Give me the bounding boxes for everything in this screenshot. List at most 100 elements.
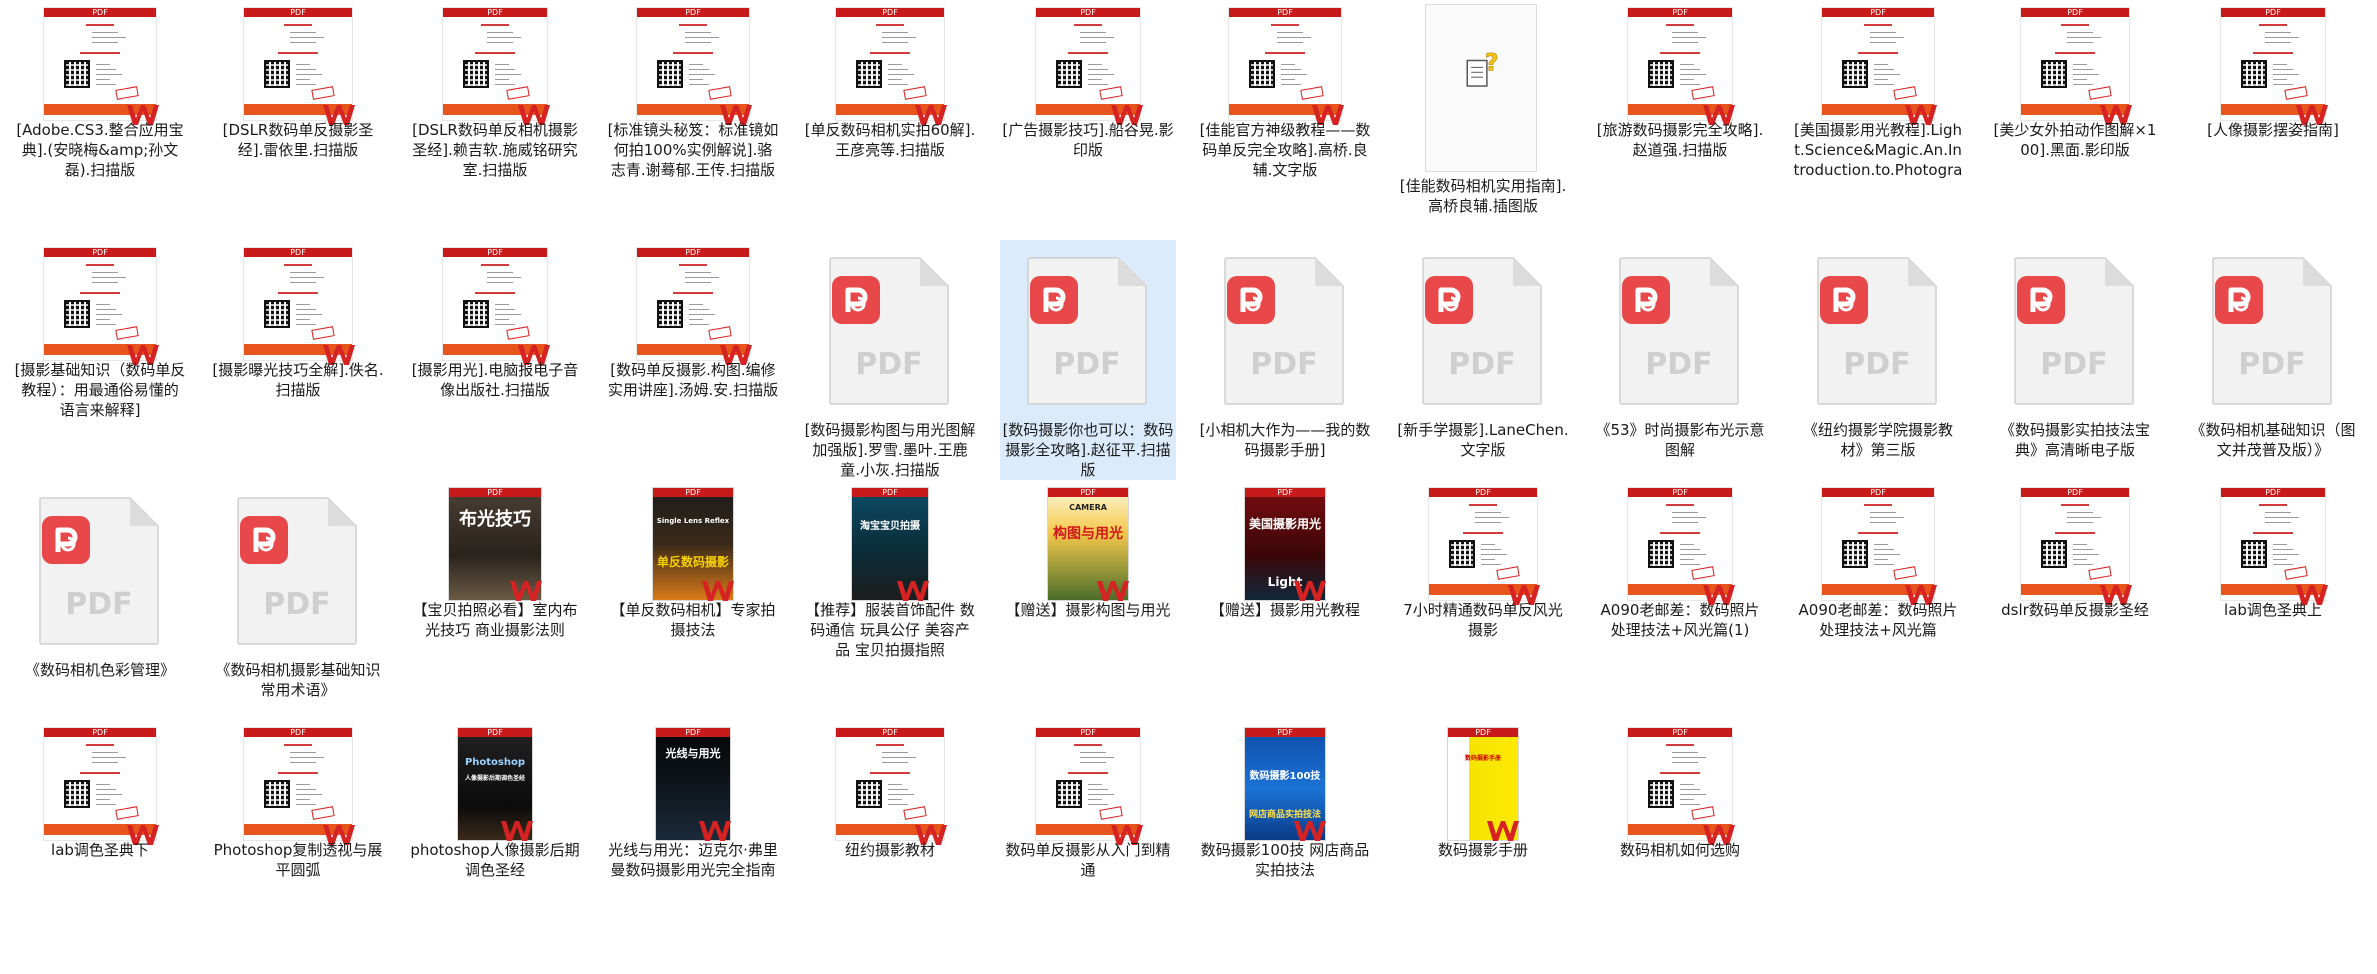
file-thumbnail: PDF 美国摄影用光 Light	[1197, 484, 1373, 656]
pdf-badge: PDF	[1822, 488, 1934, 497]
stamp-mark	[311, 806, 335, 820]
file-name-label: 数码摄影手册	[1437, 841, 1528, 859]
text-line	[290, 757, 324, 758]
file-thumbnail: PDF	[2185, 244, 2361, 416]
text-line	[2265, 517, 2299, 518]
file-item[interactable]: PDF 7小时精通数码单反风光摄影	[1395, 480, 1571, 720]
text-line	[888, 789, 908, 790]
heading-line	[1864, 504, 1892, 506]
qr-code-image	[856, 60, 882, 88]
heading-line	[2253, 52, 2293, 54]
file-item[interactable]: PDF Photoshop 人像摄影后期调色圣经 photoshop人像摄影后期调色圣…	[407, 720, 583, 960]
file-item[interactable]: PDF [小相机大作为——我的数码摄影手册]	[1197, 240, 1373, 480]
stamp-mark	[1099, 86, 1123, 100]
file-name-label: 【赠送】摄影用光教程	[1209, 601, 1360, 619]
file-item[interactable]: PDF [Adobe.CS3.整合应用宝典].(安晓梅&amp;孙文磊).扫描版	[12, 0, 188, 240]
file-item[interactable]: PDF 《数码相机色彩管理》	[12, 480, 188, 720]
file-item[interactable]: PDF [单反数码相机实拍60解].王彦亮等.扫描版	[802, 0, 978, 240]
file-name-label: 数码摄影100技 网店商品实拍技法	[1200, 841, 1370, 879]
file-thumbnail: PDF	[2185, 4, 2361, 176]
file-name-label: [DSLR数码单反相机摄影圣经].赖吉软.施威铭研究室.扫描版	[412, 121, 578, 179]
file-item[interactable]: PDF 《数码相机基础知识（图文并茂普及版）》	[2185, 240, 2361, 480]
file-item[interactable]: PDF [摄影基础知识（数码单反教程）：用最通俗易懂的语言来解释]	[12, 240, 188, 480]
heading-line	[673, 292, 713, 294]
file-item[interactable]: PDF 布光技巧 【宝贝拍照必看】室内布光技巧 商业摄影法则	[407, 480, 583, 720]
file-item[interactable]: PDF 《53》时尚摄影布光示意图解	[1592, 240, 1768, 480]
text-line	[1874, 84, 1894, 85]
pdf-badge: PDF	[656, 728, 730, 737]
text-line	[1672, 757, 1706, 758]
file-item[interactable]: PDF [广告摄影技巧].船谷晃.影印版	[1000, 0, 1176, 240]
file-item[interactable]: PDF 《数码摄影实拍技法宝典》高清晰电子版	[1987, 240, 2163, 480]
file-item[interactable]: PDF [数码摄影你也可以：数码摄影全攻略].赵征平.扫描版	[1000, 240, 1176, 480]
text-line	[1672, 752, 1698, 753]
file-item[interactable]: PDF [人像摄影摆姿指南]	[2185, 0, 2361, 240]
text-line	[1475, 512, 1501, 513]
text-line	[888, 799, 902, 800]
file-item[interactable]: PDF 《数码相机摄影基础知识常用术语》	[210, 480, 386, 720]
file-item[interactable]: PDF [摄影用光].电脑报电子音像出版社.扫描版	[407, 240, 583, 480]
file-name-label: 7小时精通数码单反风光摄影	[1403, 601, 1563, 639]
file-item[interactable]: PDF lab调色圣典上	[2185, 480, 2361, 720]
text-line	[290, 762, 316, 763]
file-item[interactable]: PDF 数码摄影100技 网店商品实拍技法 数码摄影100技 网店商品实拍技法	[1197, 720, 1373, 960]
text-line	[2265, 522, 2291, 523]
file-item[interactable]: PDF dslr数码单反摄影圣经	[1987, 480, 2163, 720]
heading-line	[2061, 504, 2089, 506]
text-line	[888, 74, 914, 75]
pdf-badge: PDF	[1229, 8, 1341, 17]
heading-line	[475, 292, 515, 294]
text-line	[2073, 549, 2093, 550]
cover-title: 数码摄影100技	[1249, 771, 1321, 782]
file-item[interactable]: PDF [DSLR数码单反相机摄影圣经].赖吉软.施威铭研究室.扫描版	[407, 0, 583, 240]
file-item[interactable]: PDF 构图与用光 CAMERA 【赠送】摄影构图与用光	[1000, 480, 1176, 720]
file-item[interactable]: PDF Photoshop复制透视与展平圆弧	[210, 720, 386, 960]
text-line	[487, 272, 513, 273]
file-thumbnail: PDF	[1592, 244, 1768, 416]
qr-code-image	[1449, 540, 1475, 568]
pdf-badge: PDF	[637, 248, 749, 257]
text-line	[92, 272, 118, 273]
file-item[interactable]: PDF [标准镜头秘笈：标准镜如何拍100%实例解说].骆志青.谢蓦郁.王传.扫描…	[605, 0, 781, 240]
file-item[interactable]: PDF [新手学摄影].LaneChen.文字版	[1395, 240, 1571, 480]
text-line	[2273, 64, 2287, 65]
heading-line	[278, 52, 318, 54]
file-item[interactable]: PDF lab调色圣典下	[12, 720, 188, 960]
file-item[interactable]: ? [佳能数码相机实用指南].高桥良辅.插图版	[1395, 0, 1571, 240]
cover-title: 淘宝宝贝拍摄	[860, 521, 920, 532]
text-line	[1277, 32, 1303, 33]
text-line	[487, 282, 513, 283]
file-item[interactable]: PDF 单反数码摄影 Single Lens Reflex 【单反数码相机】专家拍摄技…	[605, 480, 781, 720]
file-item[interactable]: PDF [数码摄影构图与用光图解加强版].罗雪.墨叶.王鹿童.小灰.扫描版	[802, 240, 978, 480]
file-item[interactable]: PDF [美少女外拍动作图解×100].黑面.影印版	[1987, 0, 2163, 240]
file-item[interactable]: PDF [DSLR数码单反摄影圣经].雷依里.扫描版	[210, 0, 386, 240]
pdf-badge: PDF	[1036, 8, 1140, 17]
file-item[interactable]: PDF [摄影曝光技巧全解].佚名.扫描版	[210, 240, 386, 480]
text-line	[2073, 64, 2087, 65]
file-item[interactable]: PDF A090老邮差：数码照片处理技法+风光篇(1)	[1592, 480, 1768, 720]
text-line	[685, 277, 719, 278]
text-line	[296, 784, 310, 785]
pdf-badge: PDF	[2021, 488, 2129, 497]
file-item[interactable]: PDF 美国摄影用光 Light 【赠送】摄影用光教程	[1197, 480, 1373, 720]
text-line	[96, 324, 116, 325]
file-item[interactable]: PDF 《纽约摄影学院摄影教材》第三版	[1790, 240, 1966, 480]
file-item[interactable]: PDF [佳能官方神级教程——数码单反完全攻略].高桥.良辅.文字版	[1197, 0, 1373, 240]
file-item[interactable]: PDF [美国摄影用光教程].Light.Science&Magic.An.Int…	[1790, 0, 1966, 240]
text-line	[96, 319, 110, 320]
cover-subtitle: CAMERA	[1069, 503, 1107, 512]
pdf-badge: PDF	[1448, 728, 1518, 737]
file-name-label: Photoshop复制透视与展平圆弧	[213, 841, 383, 879]
file-item[interactable]: PDF 数码相机如何选购	[1592, 720, 1768, 960]
text-line	[689, 74, 715, 75]
text-line	[296, 804, 316, 805]
file-item[interactable]: PDF 纽约摄影教材	[802, 720, 978, 960]
file-item[interactable]: PDF A090老邮差：数码照片处理技法+风光篇	[1790, 480, 1966, 720]
file-item[interactable]: PDF 光线与用光 光线与用光：迈克尔·弗里曼数码摄影用光完全指南	[605, 720, 781, 960]
file-item[interactable]: PDF 淘宝宝贝拍摄 【推荐】服装首饰配件 数码通信 玩具公仔 美容产品 宝贝拍摄指…	[802, 480, 978, 720]
file-item[interactable]: PDF [数码单反摄影.构图.编修实用讲座].汤姆.安.扫描版	[605, 240, 781, 480]
file-name-label: [Adobe.CS3.整合应用宝典].(安晓梅&amp;孙文磊).扫描版	[16, 121, 184, 179]
file-item[interactable]: PDF [旅游数码摄影完全攻略].赵道强.扫描版	[1592, 0, 1768, 240]
file-item[interactable]: PDF 数码摄影手册 数码摄影手册	[1395, 720, 1571, 960]
file-item[interactable]: PDF 数码单反摄影从入门到精通	[1000, 720, 1176, 960]
